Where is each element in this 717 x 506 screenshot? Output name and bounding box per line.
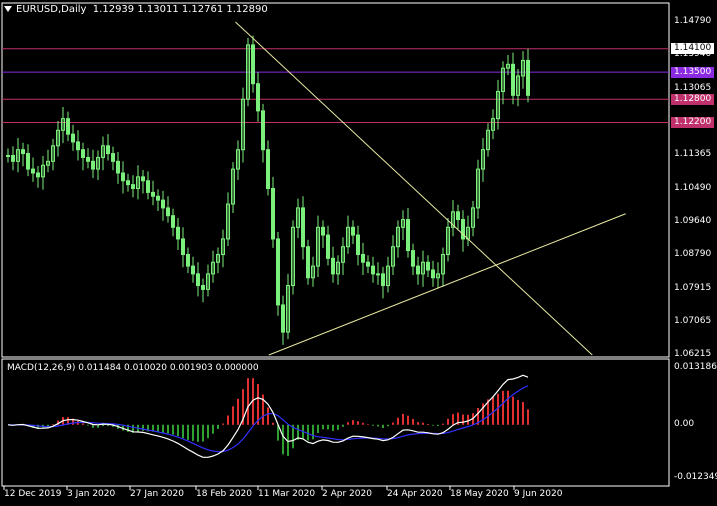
- macd-pane-border: [1, 358, 670, 487]
- candle-body: [151, 191, 155, 197]
- candle-body: [366, 261, 370, 267]
- candle-body: [431, 269, 435, 279]
- candle-body: [26, 153, 30, 170]
- candle-body: [141, 176, 145, 182]
- chart-canvas: [1, 2, 670, 490]
- price-pane-border: [1, 2, 670, 358]
- y-tick-label: 1.13065: [674, 82, 712, 93]
- candle-body: [331, 257, 335, 275]
- candle-body: [116, 160, 120, 174]
- symbol-name: EURUSD,Daily: [16, 4, 87, 15]
- x-tick-label: 12 Dec 2019: [4, 489, 62, 499]
- candle-body: [376, 273, 380, 276]
- candle-body: [406, 219, 410, 252]
- x-tick-label: 18 Feb 2020: [196, 489, 253, 499]
- y-tick-label: 1.10490: [674, 182, 712, 193]
- dropdown-triangle-icon[interactable]: [4, 6, 12, 12]
- candle-body: [271, 188, 275, 240]
- candle-body: [456, 211, 460, 221]
- candle-body: [76, 141, 80, 151]
- candle-body: [156, 195, 160, 201]
- candle-body: [131, 184, 135, 189]
- candle-body: [21, 149, 25, 155]
- candle-body: [301, 207, 305, 248]
- candle-body: [426, 261, 430, 271]
- candle-body: [381, 273, 385, 287]
- macd-y-tick-label: 0.013186: [674, 362, 717, 372]
- y-tick-label: 1.06215: [674, 348, 712, 359]
- candle-body: [186, 253, 190, 267]
- candle-body: [361, 253, 365, 263]
- candle-body: [126, 180, 130, 186]
- candle-body: [166, 207, 170, 217]
- macd-y-tick-label: -0.012349: [674, 472, 717, 482]
- candle-body: [416, 265, 420, 275]
- candle-body: [176, 226, 180, 240]
- x-tick-label: 24 Apr 2020: [387, 489, 443, 499]
- candle-body: [276, 238, 280, 306]
- candle-body: [106, 145, 110, 155]
- candle-body: [261, 110, 265, 151]
- x-tick-label: 2 Apr 2020: [322, 489, 372, 499]
- candle-body: [371, 265, 375, 275]
- macd-y-tick-label: 0.00: [674, 418, 695, 429]
- candle-body: [86, 156, 90, 162]
- candle-body: [121, 172, 125, 182]
- candle-body: [201, 285, 205, 290]
- candle-body: [161, 199, 165, 209]
- candle-body: [91, 160, 95, 170]
- candle-body: [81, 149, 85, 158]
- candle-body: [306, 246, 310, 279]
- ohlc-values: 1.12939 1.13011 1.12761 1.12890: [92, 4, 268, 15]
- candle-body: [326, 234, 330, 259]
- candle-body: [461, 219, 465, 240]
- candle-body: [266, 149, 270, 189]
- level-price-label: 1.13500: [671, 66, 714, 78]
- candle-body: [321, 226, 325, 236]
- candle-body: [411, 250, 415, 267]
- candle-body: [191, 265, 195, 275]
- candle-body: [66, 118, 70, 135]
- candle-body: [146, 180, 150, 193]
- x-tick-label: 3 Jan 2020: [67, 489, 116, 499]
- symbol-header: EURUSD,Daily 1.12939 1.13011 1.12761 1.1…: [4, 4, 268, 15]
- x-tick-label: 9 Jun 2020: [514, 489, 563, 499]
- candle-body: [351, 226, 355, 236]
- candle-body: [6, 155, 10, 158]
- candle-body: [511, 63, 515, 96]
- x-tick-label: 18 May 2020: [450, 489, 509, 499]
- candle-body: [111, 153, 115, 162]
- candle-body: [181, 238, 185, 255]
- level-price-label: 1.14100: [671, 43, 714, 55]
- x-tick-label: 11 Mar 2020: [258, 489, 316, 499]
- candle-body: [36, 172, 40, 178]
- y-tick-label: 1.08790: [674, 248, 712, 259]
- candle-body: [251, 44, 255, 85]
- candle-body: [71, 133, 75, 143]
- candle-body: [526, 59, 530, 96]
- level-price-label: 1.12200: [671, 117, 714, 129]
- candle-body: [356, 234, 360, 255]
- y-tick-label: 1.09640: [674, 215, 712, 226]
- y-tick-label: 1.14790: [674, 16, 712, 26]
- candle-body: [31, 168, 35, 174]
- x-tick-label: 27 Jan 2020: [130, 489, 184, 499]
- y-tick-label: 1.07915: [674, 282, 712, 293]
- candle-body: [281, 304, 285, 333]
- chart-window: EURUSD,Daily 1.12939 1.13011 1.12761 1.1…: [0, 0, 717, 506]
- candle-body: [256, 83, 260, 112]
- candle-body: [196, 273, 200, 287]
- level-price-label: 1.12800: [671, 93, 714, 105]
- candle-body: [171, 215, 175, 228]
- y-tick-label: 1.11365: [674, 148, 712, 159]
- y-tick-label: 1.07065: [674, 315, 712, 326]
- macd-header: MACD(12,26,9) 0.011484 0.010020 0.001903…: [7, 363, 259, 373]
- candle-body: [11, 155, 15, 162]
